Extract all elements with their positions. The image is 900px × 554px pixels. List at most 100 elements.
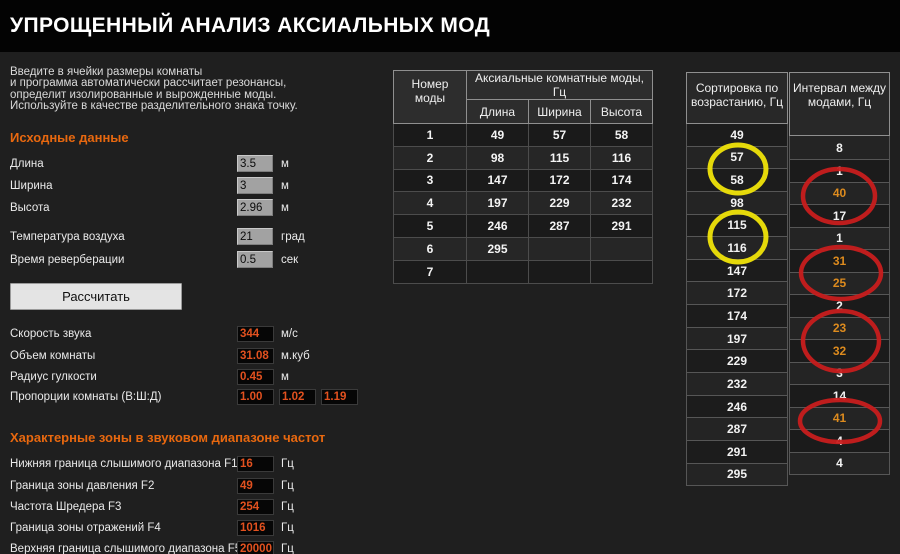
room-proportions-value: 1.19 [321, 389, 358, 405]
sorted-frequency-cell: 58 [686, 169, 788, 192]
interval-cell: 1 [789, 228, 890, 251]
mode-intervals-column: 81401713125223323144144 [789, 136, 890, 475]
height-input[interactable] [237, 199, 273, 216]
interval-header-line: Интервал между [790, 81, 889, 95]
input-row-reverb-time: Время реверберациисек [0, 251, 430, 269]
mode-height-cell: 58 [591, 124, 653, 147]
height-label: Высота [10, 199, 50, 217]
mode-width-cell: 57 [529, 124, 591, 147]
length-label: Длина [10, 155, 44, 173]
interval-cell: 40 [789, 183, 890, 206]
height-unit: м [281, 199, 289, 217]
temperature-label: Температура воздуха [10, 228, 125, 246]
f1-lower-audible-label: Нижняя граница слышимого диапазона F1 [10, 455, 238, 473]
sorted-frequency-cell: 287 [686, 418, 788, 441]
zone-row-f2-pressure-zone: Граница зоны давления F249Гц [0, 477, 430, 495]
width-input[interactable] [237, 177, 273, 194]
sorted-frequency-cell: 115 [686, 215, 788, 238]
mode-number-header: Номер моды [394, 71, 467, 124]
mode-length-cell: 295 [467, 237, 529, 260]
mode-width-cell: 229 [529, 192, 591, 215]
boominess-radius-value: 0.45 [237, 369, 274, 385]
calculate-button[interactable]: Рассчитать [10, 283, 182, 310]
interval-cell: 2 [789, 295, 890, 318]
mode-height-cell: 174 [591, 169, 653, 192]
mode-table-row: 6295 [394, 237, 653, 260]
interval-cell: 31 [789, 250, 890, 273]
sorted-frequency-cell: 98 [686, 192, 788, 215]
zone-row-f5-upper-audible: Верхняя граница слышимого диапазона F520… [0, 540, 430, 554]
f3-schroeder-value: 254 [237, 499, 274, 515]
interval-cell: 17 [789, 205, 890, 228]
mode-number-cell: 6 [394, 237, 467, 260]
f1-lower-audible-value: 16 [237, 456, 274, 472]
section-header-frequency-zones: Характерные зоны в звуковом диапазоне ча… [10, 430, 325, 445]
axial-modes-header: Аксиальные комнатные моды, Гц [467, 71, 653, 100]
f5-upper-audible-unit: Гц [281, 540, 294, 554]
sorted-header-line: Сортировка по [687, 81, 787, 95]
mode-length-cell: 147 [467, 169, 529, 192]
f5-upper-audible-label: Верхняя граница слышимого диапазона F5 [10, 540, 241, 554]
width-unit: м [281, 177, 289, 195]
length-column-header: Длина [467, 100, 529, 124]
title-bar: УПРОЩЕННЫЙ АНАЛИЗ АКСИАЛЬНЫХ МОД [0, 0, 900, 52]
f1-lower-audible-unit: Гц [281, 455, 294, 473]
mode-number-cell: 2 [394, 146, 467, 169]
interval-cell: 25 [789, 273, 890, 296]
sound-speed-value: 344 [237, 326, 274, 342]
interval-cell: 8 [789, 136, 890, 160]
temperature-input[interactable] [237, 228, 273, 245]
result-row-sound-speed: Скорость звука344м/с [0, 325, 430, 343]
reverb-time-input[interactable] [237, 251, 273, 268]
mode-width-cell: 287 [529, 215, 591, 238]
sorted-frequency-cell: 116 [686, 237, 788, 260]
zone-row-f4-reflection-zone: Граница зоны отражений F41016Гц [0, 519, 430, 537]
axial-modes-table: Номер моды Аксиальные комнатные моды, Гц… [393, 70, 653, 284]
room-proportions-value: 1.00 [237, 389, 274, 405]
sorted-frequency-cell: 147 [686, 260, 788, 283]
room-volume-label: Объем комнаты [10, 347, 95, 365]
mode-number-cell: 5 [394, 215, 467, 238]
sorted-frequency-cell: 229 [686, 350, 788, 373]
room-proportions-value: 1.02 [279, 389, 316, 405]
mode-width-cell: 172 [529, 169, 591, 192]
f4-reflection-zone-label: Граница зоны отражений F4 [10, 519, 161, 537]
sorted-frequencies-header: Сортировка повозрастанию, Гц [686, 72, 788, 124]
sorted-frequency-cell: 197 [686, 328, 788, 351]
result-row-room-proportions: Пропорции комнаты (В:Ш:Д)1.001.021.19 [0, 388, 430, 406]
sound-speed-label: Скорость звука [10, 325, 91, 343]
f2-pressure-zone-label: Граница зоны давления F2 [10, 477, 154, 495]
app-window: УПРОЩЕННЫЙ АНАЛИЗ АКСИАЛЬНЫХ МОД Введите… [0, 0, 900, 554]
input-row-height: Высота м [0, 199, 430, 217]
input-row-width: Ширинам [0, 177, 430, 195]
sorted-frequency-cell: 232 [686, 373, 788, 396]
f5-upper-audible-value: 20000 [237, 541, 274, 554]
sorted-header-line: возрастанию, Гц [687, 95, 787, 109]
section-header-input-data: Исходные данные [10, 130, 129, 145]
room-volume-unit: м.куб [281, 347, 310, 365]
width-column-header: Ширина [529, 100, 591, 124]
room-volume-value: 31.08 [237, 348, 274, 364]
mode-table-row: 1495758 [394, 124, 653, 147]
interval-cell: 32 [789, 340, 890, 363]
interval-cell: 4 [789, 430, 890, 453]
mode-height-cell [591, 237, 653, 260]
sorted-frequency-cell: 246 [686, 396, 788, 419]
mode-table-row: 3147172174 [394, 169, 653, 192]
interval-cell: 14 [789, 385, 890, 408]
mode-height-cell [591, 260, 653, 283]
f4-reflection-zone-value: 1016 [237, 520, 274, 536]
f3-schroeder-label: Частота Шредера F3 [10, 498, 121, 516]
page-title: УПРОЩЕННЫЙ АНАЛИЗ АКСИАЛЬНЫХ МОД [10, 0, 490, 52]
height-column-header: Высота [591, 100, 653, 124]
interval-cell: 23 [789, 318, 890, 341]
length-input[interactable] [237, 155, 273, 172]
mode-height-cell: 291 [591, 215, 653, 238]
mode-table-row: 4197229232 [394, 192, 653, 215]
mode-length-cell: 49 [467, 124, 529, 147]
mode-table-row: 7 [394, 260, 653, 283]
interval-cell: 3 [789, 363, 890, 386]
result-row-room-volume: Объем комнаты 31.08 м.куб [0, 347, 430, 365]
temperature-unit: град [281, 228, 305, 246]
mode-number-cell: 4 [394, 192, 467, 215]
